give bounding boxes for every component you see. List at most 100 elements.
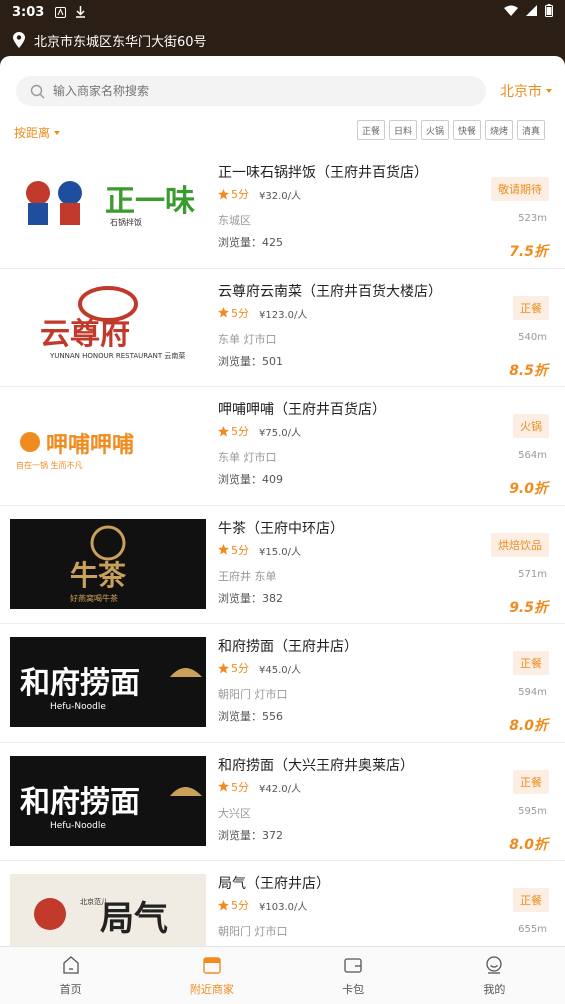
- merchant-logo: 和府捞面 Hefu-Noodle: [10, 637, 206, 727]
- location-bar[interactable]: 北京市东城区东华门大街60号: [0, 24, 565, 56]
- category-filters: 正餐 日料 火锅 快餐 烧烤 清真: [357, 120, 545, 140]
- star-icon: [218, 307, 229, 318]
- logo-subtext: 北京范儿: [80, 897, 108, 906]
- tab-nearby[interactable]: 附近商家: [141, 947, 282, 1004]
- discount: 8.0折: [509, 718, 548, 734]
- discount: 9.5折: [509, 599, 548, 616]
- star-icon: [218, 425, 229, 437]
- merchant-rating: 5分: [218, 660, 249, 676]
- merchant-logo: 云尊府 YUNNAN HONOUR RESTAURANT 云南菜: [10, 281, 206, 372]
- home-icon: [62, 955, 79, 974]
- rating-value: 5分: [231, 899, 249, 912]
- category-chip[interactable]: 火锅: [421, 120, 449, 140]
- star-icon: [218, 662, 229, 674]
- merchant-rating: 5分: [218, 423, 249, 439]
- merchant-item[interactable]: 正一味 石锅拌饭 正一味石锅拌饭（王府井百货店） 5分 ¥32.0/人 东城区 …: [0, 150, 565, 269]
- logo-subtext: 石锅拌饭: [110, 217, 142, 227]
- distance: 540m: [518, 331, 547, 343]
- merchant-name: 正一味石锅拌饭（王府井百货店）: [218, 165, 428, 181]
- star-icon: [218, 544, 229, 555]
- tab-home[interactable]: 首页: [0, 947, 141, 1004]
- distance: 595m: [518, 805, 547, 817]
- merchant-price: ¥103.0/人: [259, 902, 308, 913]
- category-tag: 正餐: [513, 295, 549, 320]
- logo-subtext: Hefu-Noodle: [50, 821, 106, 831]
- search-input[interactable]: [53, 84, 433, 98]
- category-chip[interactable]: 快餐: [453, 120, 481, 140]
- merchant-name: 局气（王府井店）: [218, 876, 330, 892]
- category-tag: 正餐: [513, 651, 549, 675]
- city-selector[interactable]: 北京市: [500, 81, 552, 101]
- tab-wallet[interactable]: 卡包: [283, 947, 424, 1004]
- merchant-list: 正一味 石锅拌饭 正一味石锅拌饭（王府井百货店） 5分 ¥32.0/人 东城区 …: [0, 150, 565, 946]
- merchant-item[interactable]: 和府捞面 Hefu-Noodle 和府捞面（大兴王府井奥莱店） 5分 ¥42.0…: [0, 743, 565, 861]
- user-icon: [486, 955, 503, 974]
- merchant-name: 呷哺呷哺（王府井百货店）: [218, 402, 386, 418]
- merchant-rating: 5分: [218, 542, 249, 558]
- wifi-icon: [504, 5, 518, 20]
- discount: 8.0折: [509, 836, 548, 853]
- logo-text: 云尊府: [40, 317, 130, 352]
- star-icon: [218, 781, 229, 792]
- merchant-area: 王府井 东单: [218, 569, 277, 583]
- rating-value: 5分: [231, 662, 249, 675]
- tab-profile[interactable]: 我的: [424, 947, 565, 1004]
- rating-value: 5分: [231, 543, 249, 557]
- merchant-area: 大兴区: [218, 806, 251, 820]
- search-icon: [30, 84, 45, 98]
- category-chip[interactable]: 烧烤: [485, 120, 513, 140]
- merchant-logo: 局气 北京范儿: [10, 874, 206, 946]
- merchant-views: 浏览量：372: [218, 828, 283, 842]
- merchant-rating: 5分: [218, 897, 249, 913]
- category-chip[interactable]: 清真: [517, 120, 545, 140]
- merchant-logo: 呷哺呷哺 自在一锅 生而不凡: [10, 400, 206, 490]
- logo-subtext: Hefu-Noodle: [50, 702, 106, 712]
- tab-label: 首页: [59, 982, 82, 996]
- chevron-down-icon: [54, 130, 61, 135]
- merchant-views: 浏览量：556: [218, 710, 283, 723]
- merchant-price: ¥32.0/人: [259, 191, 301, 202]
- category-tag: 正餐: [513, 769, 549, 794]
- tab-label: 卡包: [342, 982, 365, 996]
- merchant-name: 牛茶（王府中环店）: [218, 520, 344, 537]
- merchant-price: ¥75.0/人: [259, 428, 301, 439]
- notification-a-icon: [54, 6, 66, 18]
- merchant-area: 东城区: [218, 214, 251, 227]
- merchant-views: 浏览量：409: [218, 473, 283, 486]
- merchant-rating: 5分: [218, 305, 249, 321]
- merchant-item[interactable]: 云尊府 YUNNAN HONOUR RESTAURANT 云南菜 云尊府云南菜（…: [0, 269, 565, 387]
- search-bar[interactable]: [16, 76, 486, 106]
- merchant-logo: 牛茶 好燕窝喝牛茶: [10, 518, 206, 609]
- logo-text: 正一味: [105, 184, 195, 219]
- sort-dropdown[interactable]: 按距离: [14, 124, 61, 141]
- category-chip[interactable]: 正餐: [357, 120, 385, 140]
- discount: 7.5折: [509, 244, 548, 260]
- merchant-price: ¥15.0/人: [259, 546, 301, 558]
- category-tag: 火锅: [513, 414, 549, 438]
- merchant-item[interactable]: 局气 北京范儿 局气（王府井店） 5分 ¥103.0/人 朝阳门 灯市口 正餐 …: [0, 861, 565, 946]
- category-chip[interactable]: 日料: [389, 120, 417, 140]
- logo-text: 局气: [100, 899, 168, 939]
- merchant-views: 浏览量：501: [218, 354, 283, 368]
- category-tag: 正餐: [513, 888, 549, 912]
- rating-value: 5分: [231, 306, 249, 320]
- rating-value: 5分: [231, 780, 249, 794]
- download-icon: [74, 6, 86, 18]
- merchant-item[interactable]: 和府捞面 Hefu-Noodle 和府捞面（王府井店） 5分 ¥45.0/人 朝…: [0, 624, 565, 743]
- merchant-area: 东单 灯市口: [218, 332, 277, 346]
- logo-text: 呷哺呷哺: [46, 432, 134, 458]
- location-pin-icon: [13, 32, 25, 48]
- merchant-name: 和府捞面（大兴王府井奥莱店）: [218, 757, 414, 774]
- logo-subtext: YUNNAN HONOUR RESTAURANT 云南菜: [49, 351, 185, 360]
- merchant-item[interactable]: 牛茶 好燕窝喝牛茶 牛茶（王府中环店） 5分 ¥15.0/人 王府井 东单 浏览…: [0, 506, 565, 624]
- merchant-area: 朝阳门 灯市口: [218, 688, 288, 701]
- discount: 9.0折: [509, 481, 548, 497]
- merchant-item[interactable]: 呷哺呷哺 自在一锅 生而不凡 呷哺呷哺（王府井百货店） 5分 ¥75.0/人 东…: [0, 387, 565, 506]
- star-icon: [218, 188, 229, 200]
- rating-value: 5分: [231, 425, 249, 438]
- category-tag: 烘焙饮品: [491, 532, 549, 557]
- shop-icon: [203, 956, 221, 974]
- logo-text: 和府捞面: [20, 785, 140, 820]
- location-address: 北京市东城区东华门大街60号: [34, 34, 207, 50]
- status-bar: 3:03: [0, 0, 565, 24]
